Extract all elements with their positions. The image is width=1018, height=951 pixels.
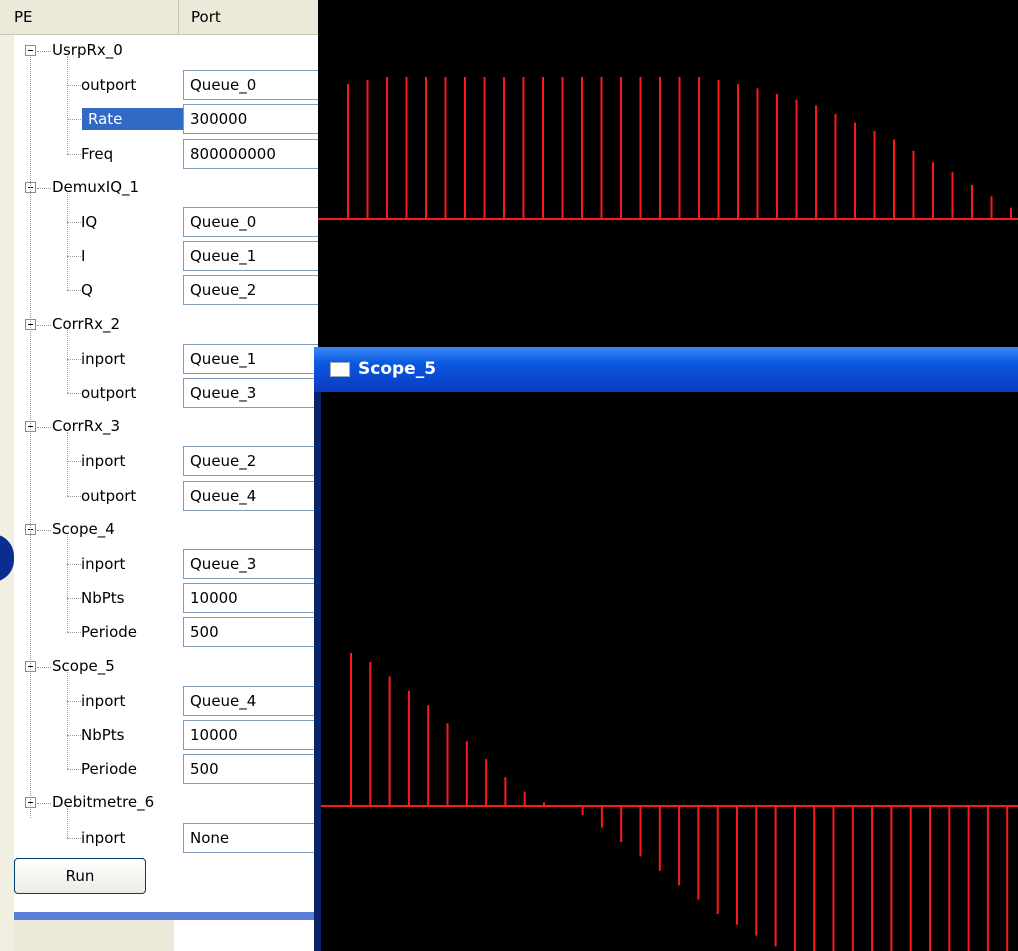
tree-port-row[interactable]: inport Queue_1 <box>0 342 318 376</box>
tree-port-row[interactable]: Freq 800000000 <box>0 137 318 171</box>
tree-node-label[interactable]: Scope_5 <box>52 656 115 676</box>
tree-node-label[interactable]: CorrRx_2 <box>52 314 120 334</box>
port-value-field[interactable]: 10000 <box>183 720 318 750</box>
scope-4-plot <box>318 77 1018 220</box>
port-name[interactable]: Q <box>75 279 99 301</box>
scope-5-plot-area <box>321 392 1018 951</box>
collapse-icon[interactable] <box>25 45 36 56</box>
scope-5-window: Scope_5 <box>314 347 1018 951</box>
scope-5-title-bar[interactable]: Scope_5 <box>314 347 1018 392</box>
column-header-pe[interactable]: PE <box>14 0 179 34</box>
port-name[interactable]: inport <box>75 450 131 472</box>
tree-connector <box>67 808 68 838</box>
tree-column-header: PE Port <box>0 0 318 35</box>
tree-port-row[interactable]: outport Queue_4 <box>0 479 318 513</box>
port-name[interactable]: NbPts <box>75 587 130 609</box>
port-name[interactable]: Periode <box>75 621 143 643</box>
tree-node[interactable]: Scope_4 <box>0 513 318 547</box>
run-button[interactable]: Run <box>14 858 146 894</box>
tree-node-label[interactable]: CorrRx_3 <box>52 416 120 436</box>
tree-port-row[interactable]: inport None <box>0 821 318 855</box>
tree-port-row[interactable]: outport Queue_0 <box>0 68 318 102</box>
tree-node-label[interactable]: DemuxIQ_1 <box>52 177 139 197</box>
column-header-port[interactable]: Port <box>183 0 318 34</box>
tree-port-row[interactable]: inport Queue_3 <box>0 547 318 581</box>
tree-port-row[interactable]: Periode 500 <box>0 752 318 786</box>
window-title: Scope_5 <box>358 359 437 379</box>
port-value-field[interactable]: Queue_0 <box>183 207 318 237</box>
tree-connector <box>67 329 68 393</box>
scope-5-plot <box>321 653 1018 951</box>
port-value-field[interactable]: Queue_2 <box>183 275 318 306</box>
port-value-field[interactable]: 10000 <box>183 583 318 614</box>
port-name[interactable]: inport <box>75 827 131 849</box>
tree-connector <box>67 56 68 154</box>
tree-node[interactable]: Debitmetre_6 <box>0 786 318 820</box>
pe-tree-panel: PE Port UsrpRx_0 outport Queue_0 Rate 300000… <box>0 0 318 951</box>
tree-connector <box>37 803 51 805</box>
port-value-field[interactable]: 300000 <box>183 104 318 135</box>
port-name[interactable]: NbPts <box>75 724 130 746</box>
tree-connector <box>67 432 68 496</box>
port-name[interactable]: I <box>75 245 91 267</box>
port-name[interactable]: outport <box>75 485 142 507</box>
tree-port-row[interactable]: Rate 300000 <box>0 102 318 136</box>
port-name[interactable]: IQ <box>75 211 103 233</box>
tree-connector <box>67 119 81 121</box>
port-name[interactable]: inport <box>75 553 131 575</box>
tree-port-row[interactable]: Q Queue_2 <box>0 273 318 307</box>
tree-connector <box>67 671 68 770</box>
port-name[interactable]: Rate <box>82 108 184 131</box>
tree-node-label[interactable]: Scope_4 <box>52 519 115 539</box>
tree-connector <box>37 427 51 429</box>
scope-4-window <box>318 0 1018 347</box>
port-value-field[interactable]: Queue_3 <box>183 378 318 408</box>
tree-connector <box>37 324 51 326</box>
tree-node[interactable]: Scope_5 <box>0 650 318 684</box>
port-value-field[interactable]: Queue_3 <box>183 549 318 579</box>
tree-node[interactable]: DemuxIQ_1 <box>0 171 318 205</box>
tree-port-row[interactable]: NbPts 10000 <box>0 581 318 615</box>
tree-node[interactable]: UsrpRx_0 <box>0 34 318 68</box>
status-strip <box>14 920 174 951</box>
port-name[interactable]: Periode <box>75 758 143 780</box>
tree-node[interactable]: CorrRx_2 <box>0 308 318 342</box>
port-name[interactable]: inport <box>75 348 131 370</box>
port-name[interactable]: outport <box>75 74 142 96</box>
tree-port-row[interactable]: Periode 500 <box>0 615 318 649</box>
window-icon <box>330 362 350 377</box>
port-value-field[interactable]: 500 <box>183 754 318 785</box>
tree-connector <box>37 666 51 668</box>
tree-node[interactable]: CorrRx_3 <box>0 410 318 444</box>
tree-connector <box>67 534 68 633</box>
tree-connector <box>67 192 68 291</box>
tree-node-label[interactable]: UsrpRx_0 <box>52 40 123 60</box>
port-name[interactable]: outport <box>75 382 142 404</box>
port-value-field[interactable]: 500 <box>183 617 318 648</box>
port-value-field[interactable]: Queue_0 <box>183 70 318 101</box>
port-value-field[interactable]: Queue_1 <box>183 343 318 374</box>
tree-port-row[interactable]: inport Queue_4 <box>0 684 318 718</box>
port-value-field[interactable]: Queue_4 <box>183 685 318 716</box>
tree-connector <box>30 57 31 818</box>
port-name[interactable]: Freq <box>75 143 119 165</box>
tree-port-row[interactable]: outport Queue_3 <box>0 376 318 410</box>
port-name[interactable]: inport <box>75 690 131 712</box>
tree-connector <box>37 51 51 52</box>
tree-port-row[interactable]: NbPts 10000 <box>0 718 318 752</box>
port-value-field[interactable]: Queue_1 <box>183 241 318 272</box>
port-value-field[interactable]: Queue_2 <box>183 446 318 477</box>
tree-port-row[interactable]: inport Queue_2 <box>0 444 318 478</box>
tree-connector <box>37 529 51 531</box>
port-value-field[interactable]: None <box>183 822 318 853</box>
tree-port-row[interactable]: IQ Queue_0 <box>0 205 318 239</box>
tree-connector <box>37 187 51 189</box>
port-value-field[interactable]: 800000000 <box>183 138 318 169</box>
port-value-field[interactable]: Queue_4 <box>183 480 318 511</box>
panel-bottom-bar <box>14 912 318 920</box>
tree-port-row[interactable]: I Queue_1 <box>0 239 318 273</box>
